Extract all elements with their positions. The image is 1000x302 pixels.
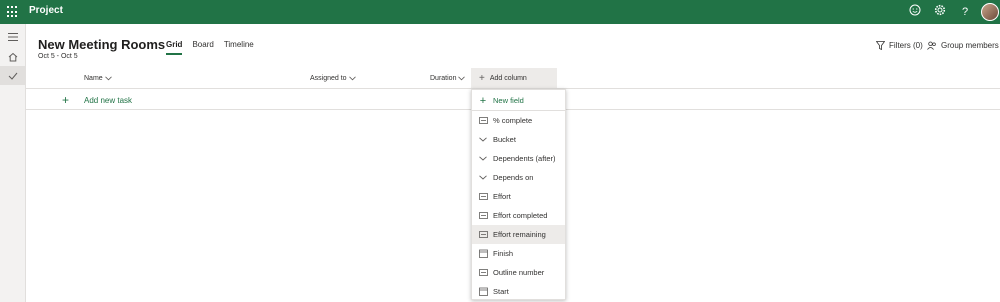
menu-item-effort[interactable]: Effort: [472, 187, 565, 206]
plan-title[interactable]: New Meeting Rooms: [38, 37, 165, 52]
chevron-down-icon: [348, 76, 356, 81]
left-rail: [0, 24, 26, 302]
menu-item-start[interactable]: Start: [472, 282, 565, 301]
column-header-duration[interactable]: Duration: [430, 75, 466, 82]
view-tabs: Grid Board Timeline: [166, 40, 264, 55]
plus-icon: +: [62, 93, 70, 107]
tab-board[interactable]: Board: [192, 40, 213, 49]
menu-item-effort-completed[interactable]: Effort completed: [472, 206, 565, 225]
plan-dates: Oct 5 - Oct 5: [38, 53, 78, 60]
top-bar: Project ?: [0, 0, 1000, 24]
add-column-menu: + New field % complete Bucket Dependents…: [471, 89, 566, 300]
add-column-button[interactable]: + Add column: [471, 68, 557, 88]
group-members-button[interactable]: Group members: [927, 41, 999, 50]
number-field-icon: [478, 231, 488, 238]
my-tasks-checkmark-icon[interactable]: [0, 66, 25, 85]
menu-item-bucket[interactable]: Bucket: [472, 130, 565, 149]
help-icon[interactable]: ?: [957, 4, 973, 20]
chevron-down-icon: [478, 175, 488, 180]
app-launcher-icon[interactable]: [7, 6, 19, 18]
number-field-icon: [478, 212, 488, 219]
column-header-assigned-to[interactable]: Assigned to: [310, 75, 356, 82]
avatar[interactable]: [981, 3, 999, 21]
chevron-down-icon: [478, 137, 488, 142]
chevron-down-icon: [458, 76, 466, 81]
grid-header-row: Name Assigned to Duration + Add column: [26, 68, 1000, 89]
menu-item-dependents-after[interactable]: Dependents (after): [472, 149, 565, 168]
add-task-label: Add new task: [84, 96, 133, 105]
menu-item-effort-remaining[interactable]: Effort remaining: [472, 225, 565, 244]
tab-timeline[interactable]: Timeline: [224, 40, 254, 49]
filter-icon: [876, 41, 885, 50]
menu-item-new-field[interactable]: + New field: [472, 91, 565, 110]
menu-item-depends-on[interactable]: Depends on: [472, 168, 565, 187]
app-title[interactable]: Project: [29, 5, 63, 16]
menu-item-percent-complete[interactable]: % complete: [472, 111, 565, 130]
add-column-label: Add column: [489, 74, 527, 82]
chevron-down-icon: [478, 156, 488, 161]
smiley-feedback-icon[interactable]: [907, 4, 923, 20]
plus-icon: +: [479, 72, 485, 84]
filters-label: Filters (0): [889, 41, 923, 50]
calendar-icon: [478, 287, 488, 296]
tab-grid[interactable]: Grid: [166, 40, 183, 55]
home-icon[interactable]: [0, 47, 25, 66]
number-field-icon: [478, 269, 488, 276]
menu-item-outline-number[interactable]: Outline number: [472, 263, 565, 282]
chevron-down-icon: [104, 76, 112, 81]
calendar-icon: [478, 249, 488, 258]
gear-icon[interactable]: [932, 4, 948, 20]
filters-button[interactable]: Filters (0): [876, 41, 923, 50]
menu-item-finish[interactable]: Finish: [472, 244, 565, 263]
group-members-label: Group members: [941, 41, 999, 50]
number-field-icon: [478, 117, 488, 124]
column-header-name[interactable]: Name: [84, 75, 112, 82]
hamburger-menu-icon[interactable]: [0, 27, 25, 46]
people-icon: [927, 41, 936, 50]
plus-icon: +: [479, 94, 487, 107]
number-field-icon: [478, 193, 488, 200]
